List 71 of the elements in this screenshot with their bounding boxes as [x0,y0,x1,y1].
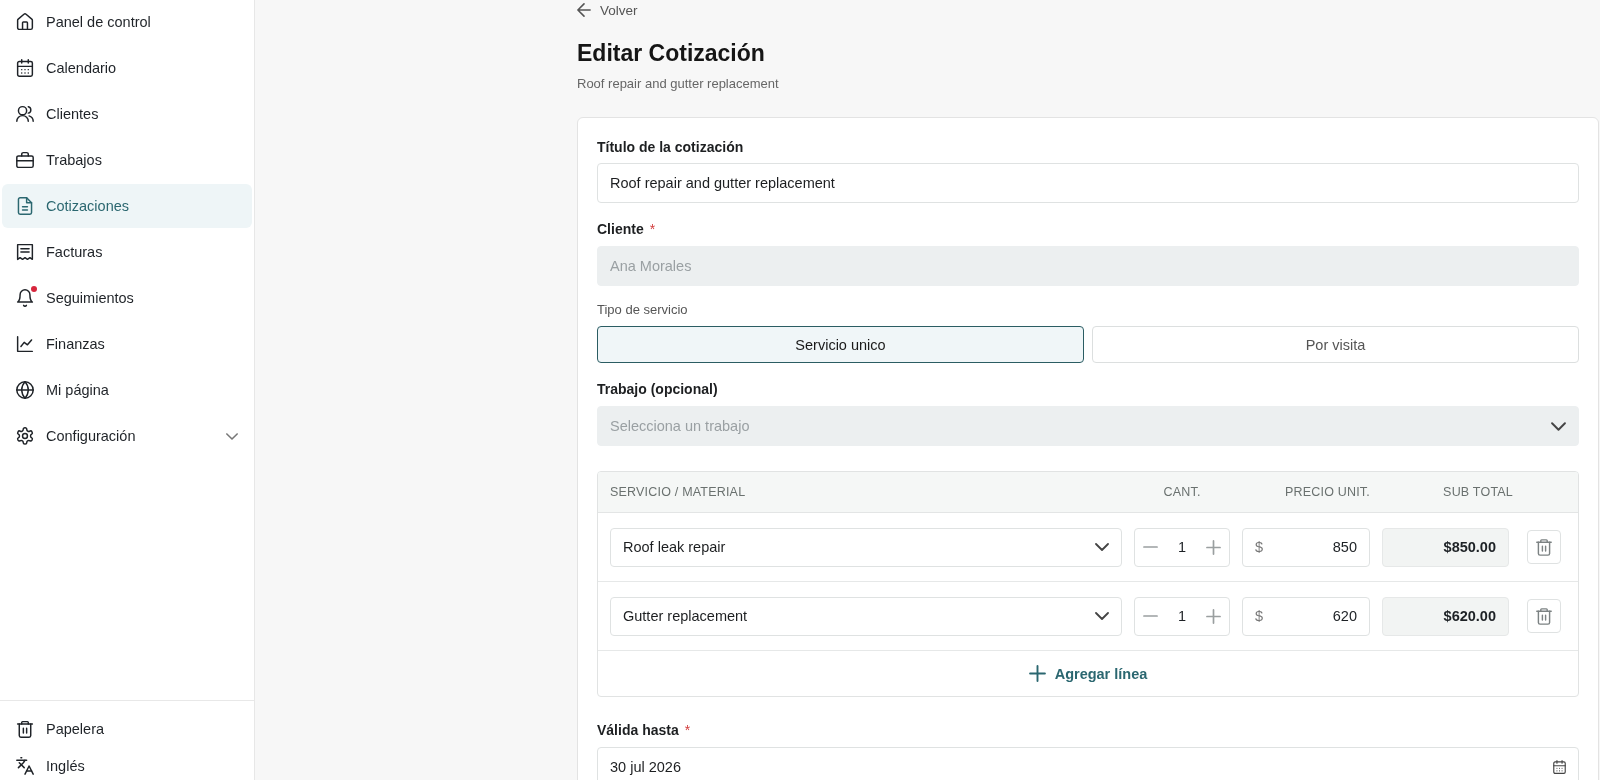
sidebar-item[interactable]: Mi página [2,368,252,412]
add-line-button[interactable]: Agregar línea [1028,665,1148,682]
plus-icon [1206,608,1221,624]
bell-icon [16,289,34,307]
trash-icon [16,720,34,738]
sidebar-item[interactable]: Clientes [2,92,252,136]
currency-symbol: $ [1255,608,1264,624]
back-arrow-icon [577,3,591,17]
calendar-icon [16,59,34,77]
minus-icon [1143,545,1158,549]
subtotal-field: $620.00 [1382,596,1509,636]
minus-icon [1143,614,1158,618]
sidebar-item[interactable]: Inglés [2,751,252,780]
field-label: Título de la cotización [597,139,744,155]
field-label: Tipo de servicio [597,301,688,317]
line-chart-icon [16,335,34,353]
subtotal-field: $850.00 [1382,527,1509,567]
delete-button[interactable] [1527,530,1561,564]
price-input[interactable]: $ 850 [1242,527,1370,567]
required-mark: * [684,722,691,738]
price-input[interactable]: $ 620 [1242,596,1370,636]
delete-button[interactable] [1527,599,1561,633]
sidebar-item[interactable]: Trabajos [2,138,252,182]
sidebar-item[interactable]: Configuración [2,414,252,458]
globe-icon [16,381,34,399]
sidebar-item[interactable]: Finanzas [2,322,252,366]
sidebar-item[interactable]: Calendario [2,46,252,90]
sidebar-item[interactable]: Papelera [2,707,252,751]
trash-icon [1536,607,1552,625]
document-icon [16,197,34,215]
plus-icon [1028,665,1046,682]
chevron-down-icon [1095,543,1109,551]
column-header: SUB TOTAL [1443,485,1513,499]
settings-icon [16,427,34,445]
page-title: Editar Cotización [577,39,765,68]
field-label: Cliente [597,221,644,237]
service-type-option[interactable]: Por visita [1092,326,1579,363]
required-mark: * [649,221,656,237]
title-input[interactable]: Roof repair and gutter replacement [597,163,1579,203]
translate-icon [16,756,34,775]
currency-symbol: $ [1255,539,1264,555]
page-subtitle: Roof repair and gutter replacement [577,75,779,93]
trash-icon [1536,538,1552,556]
receipt-icon [16,243,34,261]
sidebar-item[interactable]: Facturas [2,230,252,274]
increment-button[interactable] [1206,539,1221,555]
briefcase-icon [16,151,34,169]
sidebar-item[interactable]: Seguimientos [2,276,252,320]
plus-icon [1206,539,1221,555]
column-header: SERVICIO / MATERIAL [610,485,746,499]
back-link[interactable]: Volver [577,0,638,20]
quantity-stepper[interactable]: 1 [1134,527,1230,567]
chevron-down-icon [1551,421,1566,431]
people-icon [16,105,34,123]
decrement-button[interactable] [1143,545,1158,549]
service-select[interactable]: Roof leak repair [610,527,1122,567]
sidebar-item[interactable]: Cotizaciones [2,184,252,228]
service-type-option[interactable]: Servicio unico [597,326,1084,363]
column-header: PRECIO UNIT. [1284,485,1370,499]
field-label: Válida hasta [597,722,679,738]
calendar-icon [1553,760,1566,774]
decrement-button[interactable] [1143,614,1158,618]
date-input[interactable]: 30 jul 2026 [597,747,1579,780]
field-label: Trabajo (opcional) [597,381,718,397]
column-header: CANT. [1163,485,1201,499]
sidebar-item[interactable]: Panel de control [2,0,252,44]
quantity-stepper[interactable]: 1 [1134,596,1230,636]
increment-button[interactable] [1206,608,1221,624]
service-select[interactable]: Gutter replacement [610,596,1122,636]
chevron-down-icon [1095,612,1109,620]
home-icon [16,13,34,31]
